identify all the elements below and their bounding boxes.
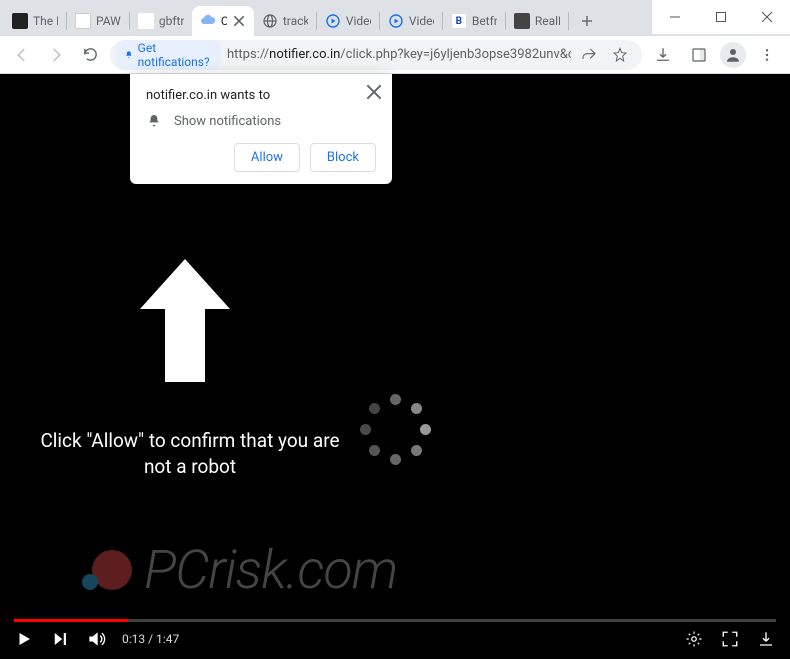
download-video-button[interactable] (756, 629, 776, 649)
close-popup-icon[interactable] (366, 84, 382, 100)
video-icon (388, 13, 404, 29)
arrow-up-graphic (135, 254, 235, 388)
tab-3-active[interactable]: C (192, 6, 254, 36)
video-progress-bar[interactable] (14, 619, 776, 622)
permission-title: notifier.co.in wants to (146, 88, 376, 103)
new-tab-button[interactable] (573, 7, 601, 35)
video-control-bar: 0:13 / 1:47 (0, 619, 790, 659)
globe-icon (262, 13, 278, 29)
menu-button[interactable] (752, 40, 782, 70)
tab-title: C (221, 14, 227, 28)
downloads-button[interactable] (648, 40, 678, 70)
close-window-button[interactable] (744, 0, 790, 34)
tab-title: Video (346, 14, 371, 28)
window-controls (652, 0, 790, 34)
block-button[interactable]: Block (310, 143, 376, 172)
profile-avatar[interactable] (720, 42, 746, 68)
address-bar-row: Get notifications? https://notifier.co.i… (0, 36, 790, 74)
tab-title: Video (409, 14, 434, 28)
notification-permission-popup: notifier.co.in wants to Show notificatio… (130, 74, 392, 184)
fullscreen-button[interactable] (720, 629, 740, 649)
reading-list-button[interactable] (684, 40, 714, 70)
watermark-text: PCrisk.com (144, 539, 397, 602)
settings-icon[interactable] (684, 629, 704, 649)
notification-chip[interactable]: Get notifications? (116, 40, 221, 70)
close-tab-icon[interactable] (232, 14, 246, 28)
volume-button[interactable] (86, 629, 106, 649)
permission-item: Show notifications (146, 113, 376, 129)
minimize-button[interactable] (652, 0, 698, 34)
watermark-logo-icon (82, 544, 136, 598)
permission-item-label: Show notifications (174, 114, 281, 129)
back-button[interactable] (8, 41, 36, 69)
url-text: https://notifier.co.in/click.php?key=j6y… (227, 47, 571, 62)
address-bar[interactable]: Get notifications? https://notifier.co.i… (110, 40, 642, 70)
maximize-button[interactable] (698, 0, 744, 34)
bookmark-icon[interactable] (608, 40, 632, 70)
share-icon[interactable] (577, 40, 601, 70)
chip-label: Get notifications? (138, 41, 213, 69)
tab-1[interactable]: PAW (67, 6, 129, 36)
play-button[interactable] (14, 629, 34, 649)
tab-title: RealL (535, 14, 560, 28)
bell-icon (124, 49, 134, 61)
reload-button[interactable] (76, 41, 104, 69)
tab-2[interactable]: gbftr (130, 6, 192, 36)
tab-4[interactable]: track (254, 6, 316, 36)
loading-spinner (360, 394, 432, 466)
cloud-icon (200, 13, 216, 29)
tab-title: track (283, 14, 308, 28)
allow-button[interactable]: Allow (234, 143, 300, 172)
video-icon (325, 13, 341, 29)
next-button[interactable] (50, 629, 70, 649)
tab-5[interactable]: Video (317, 6, 379, 36)
tab-title: PAW (96, 14, 121, 28)
page-content: Click "Allow" to confirm that you are no… (0, 74, 790, 659)
tab-6[interactable]: Video (380, 6, 442, 36)
tab-title: gbftr (159, 14, 184, 28)
tab-title: The P (33, 14, 58, 28)
tab-0[interactable]: The P (4, 6, 66, 36)
tab-title: Betfr (472, 14, 497, 28)
watermark: PCrisk.com (82, 539, 397, 602)
video-time: 0:13 / 1:47 (122, 632, 179, 646)
bell-icon (146, 113, 162, 129)
tab-8[interactable]: RealL (506, 6, 568, 36)
tab-7[interactable]: BBetfr (443, 6, 505, 36)
instruction-text: Click "Allow" to confirm that you are no… (30, 428, 350, 479)
forward-button[interactable] (42, 41, 70, 69)
